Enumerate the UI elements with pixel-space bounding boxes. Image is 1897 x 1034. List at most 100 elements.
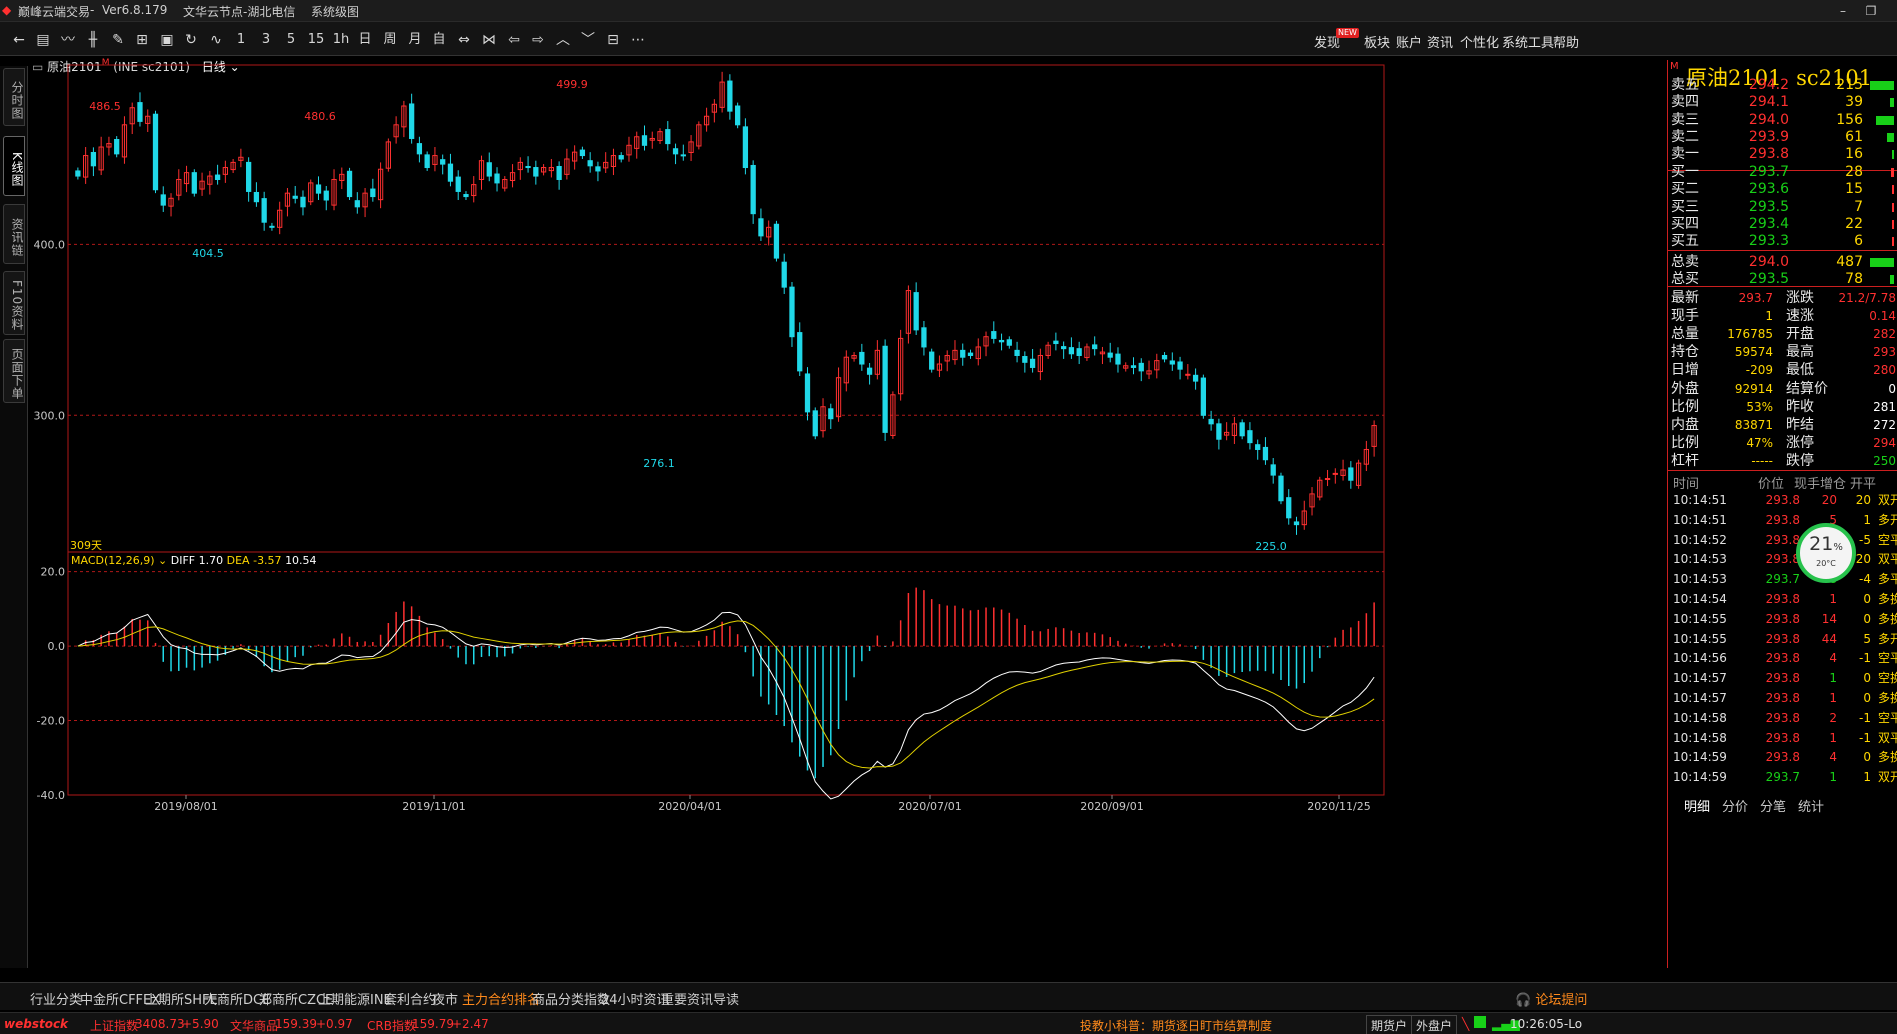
candle [339,167,345,190]
network-speed-badge[interactable]: 21% 20°C [1796,523,1856,583]
stat-label: 内盘 [1671,416,1699,433]
market-tab-7[interactable]: 夜市 [432,989,458,1008]
candle [168,193,174,217]
period-1h[interactable]: 1h [330,29,352,51]
menu-account[interactable]: 账户 [1396,32,1422,51]
up-icon[interactable]: ︿ [552,29,574,51]
candle [859,343,865,371]
period-week[interactable]: 周 [379,29,401,51]
futures-account-button[interactable]: 期货户 [1366,1015,1413,1034]
system-menu[interactable]: 系统级图 [311,3,359,20]
period-5[interactable]: 5 [280,29,302,51]
period-month[interactable]: 月 [404,29,426,51]
quote-tab-2[interactable]: 分笔 [1760,796,1786,815]
candle [587,152,593,173]
candle [828,403,834,429]
table-icon[interactable]: ⊞ [131,29,153,51]
server-name[interactable]: 文华云节点-湖北电信 [183,3,295,20]
menu-help[interactable]: 帮助 [1553,32,1579,51]
down-icon[interactable]: ﹀ [577,29,599,51]
indicator-icon[interactable]: ∿ [205,29,227,51]
left-arrow-icon[interactable]: ⇦ [503,29,525,51]
kline-chart[interactable]: 400.0 300.0 486.5 480.6 499.9 404.5 276.1 225.0… [0,60,1666,980]
index-wh-name[interactable]: 文华商品 [230,1017,278,1034]
candle [1123,362,1129,372]
foreign-account-button[interactable]: 外盘户 [1411,1015,1458,1034]
save-icon[interactable]: ▣ [156,29,178,51]
layout-icon[interactable]: ⊟ [602,29,624,51]
stat-label: 昨收 [1786,398,1814,415]
line-chart-icon[interactable]: 〰 [57,29,79,51]
index-shanghai-name[interactable]: 上证指数 [90,1017,138,1034]
period-day[interactable]: 日 [354,29,376,51]
candle [936,355,943,378]
period-15[interactable]: 15 [305,29,327,51]
quote-tab-1[interactable]: 分价 [1722,796,1748,815]
notice-text[interactable]: 投教小科普：期货逐日盯市结算制度 [1080,1017,1272,1034]
separator [1668,250,1897,251]
list-icon[interactable]: ▤ [32,29,54,51]
market-tab-11[interactable]: 重要资讯导读 [661,989,739,1008]
macd-header[interactable]: MACD(12,26,9) ⌄ DIFF 1.70 DEA -3.57 10.5… [71,554,317,567]
menu-news[interactable]: 资讯 [1427,32,1453,51]
app-logo-icon: ◆ [2,3,12,17]
candle [284,188,291,217]
index-wh-change: +0.97 [316,1017,353,1031]
new-badge: NEW [1336,28,1359,38]
market-tab-8[interactable]: 主力合约排名 [462,989,540,1008]
tick-row[interactable]: 10:14:59 293.7 1 1 双开 [1668,765,1897,789]
candle [183,165,190,193]
macd-field: 1.70 [199,554,227,567]
candle [160,186,166,212]
back-icon[interactable]: ← [8,29,30,51]
index-shanghai-value: 3408.73 [135,1017,185,1031]
candle [432,147,438,172]
x-axis-label: 2019/08/01 [154,800,217,813]
minimize-icon[interactable]: – [1834,2,1852,20]
candle [1068,337,1075,359]
market-tab-0[interactable]: 行业分类 [30,989,82,1008]
x-axis-label: 2020/11/25 [1307,800,1370,813]
draw-icon[interactable]: ✎ [107,29,129,51]
period-1[interactable]: 1 [230,29,252,51]
stat-label: 开盘 [1786,326,1814,343]
stat-label[interactable]: 结算价 [1786,381,1828,397]
period-3[interactable]: 3 [255,29,277,51]
candle [1154,353,1160,379]
market-tab-9[interactable]: 商品分类指数 [532,989,610,1008]
candle [1169,352,1175,371]
market-tab-5[interactable]: 上期能源INE [318,989,392,1008]
candle [1355,459,1362,489]
x-axis-label: 2019/11/01 [402,800,465,813]
candle [98,136,104,176]
menu-personalize[interactable]: 个性化 [1460,32,1499,51]
stat-label: 比例 [1671,434,1699,451]
index-wh-value: 159.39 [275,1017,317,1031]
more-icon[interactable]: ⋯ [627,29,649,51]
market-tab-6[interactable]: 套利合约 [384,989,436,1008]
candle [1146,360,1152,380]
index-crb-name[interactable]: CRB指数 [367,1017,416,1034]
menu-system-tools[interactable]: 系统工具 [1502,32,1554,51]
restore-icon[interactable]: ❐ [1862,2,1880,20]
orderbook-depth-bar [1887,132,1894,142]
candle [758,208,764,242]
candle [1262,437,1269,465]
right-arrow-icon[interactable]: ⇨ [527,29,549,51]
candlestick-icon[interactable]: ╫ [82,29,104,51]
menu-sector[interactable]: 板块 [1364,32,1390,51]
candle [812,407,818,440]
market-tab-10[interactable]: 24小时资讯 [601,989,670,1008]
candle [354,192,360,214]
quote-tab-0[interactable]: 明细 [1684,796,1710,815]
stat-value: ----- [1751,453,1773,468]
candle [843,350,849,392]
swap-icon[interactable]: ⇔ [453,29,475,51]
refresh-icon[interactable]: ↻ [180,29,202,51]
period-custom[interactable]: 自 [428,29,450,51]
bracket-icon[interactable]: ⋈ [478,29,500,51]
candle [1107,342,1113,363]
quote-tab-3[interactable]: 统计 [1798,796,1824,815]
forum-button[interactable]: 🎧 论坛提问 [1515,989,1587,1008]
candle [1161,352,1168,363]
